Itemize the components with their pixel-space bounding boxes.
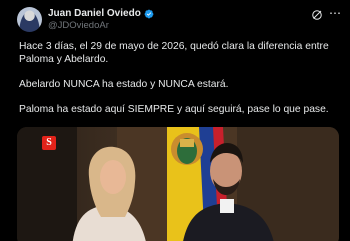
post-paragraph: Hace 3 días, el 29 de mayo de 2026, qued… [19,41,329,65]
post-paragraph: Abelardo NUNCA ha estado y NUNCA estará. [19,79,229,90]
video-frame [17,127,339,241]
author-name-row: Juan Daniel Oviedo [48,8,154,19]
coat-of-arms [171,133,203,165]
author-handle[interactable]: @JDOviedoAr [48,20,109,31]
post-paragraph: Paloma ha estado aquí SIEMPRE y aquí seg… [19,104,329,115]
post-video[interactable] [17,127,339,241]
author-avatar[interactable] [17,7,42,32]
verified-badge-icon [144,9,154,18]
author-name[interactable]: Juan Daniel Oviedo [48,8,141,19]
more-options-icon[interactable]: ⋯ [329,6,342,20]
channel-logo-badge: S [42,136,56,150]
grok-icon[interactable] [311,9,323,21]
